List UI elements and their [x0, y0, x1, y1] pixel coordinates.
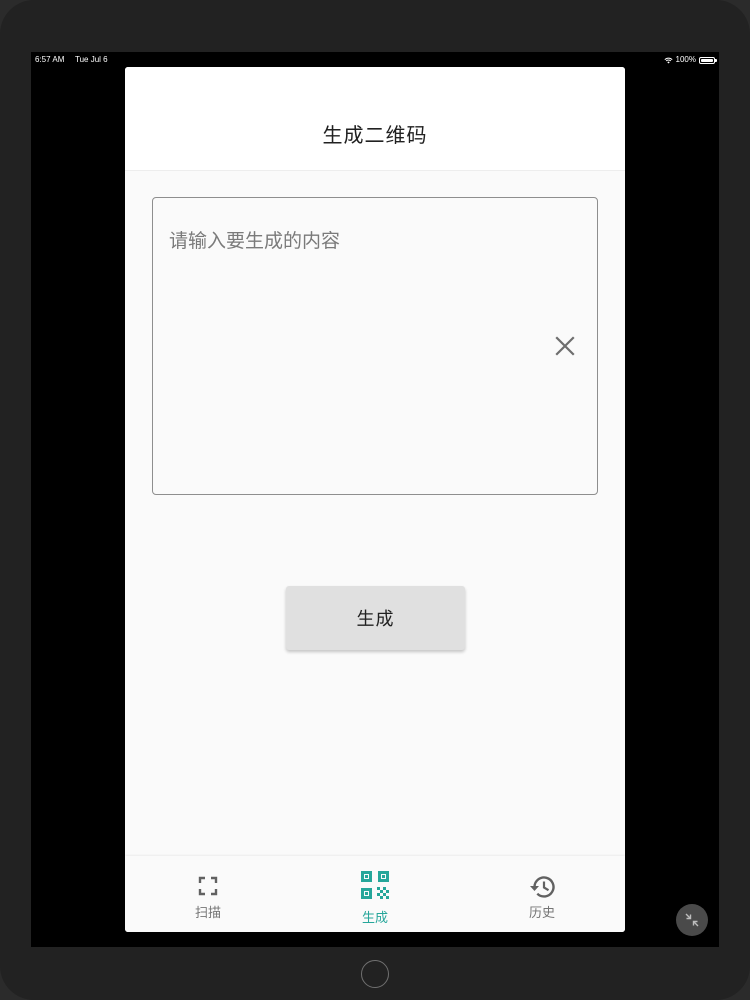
generate-button[interactable]: 生成 — [286, 586, 465, 650]
status-date: Tue Jul 6 — [75, 55, 108, 64]
nav-label-generate: 生成 — [361, 911, 388, 926]
close-icon — [555, 336, 575, 356]
content-input[interactable] — [169, 226, 529, 256]
wifi-icon — [663, 57, 673, 63]
collapse-arrows-icon — [685, 913, 699, 927]
nav-label-history: 历史 — [528, 906, 555, 921]
bottom-navigation: 扫描 生成 历史 — [125, 856, 625, 932]
battery-fill — [701, 58, 713, 62]
screen: 6:57 AM Tue Jul 6 100% 生成二维码 请输入要生成的内容 生… — [31, 52, 719, 947]
history-icon — [530, 876, 555, 898]
app-bar: 生成二维码 — [125, 67, 625, 171]
status-time: 6:57 AM — [35, 55, 65, 64]
nav-item-generate[interactable]: 生成 — [292, 856, 458, 932]
battery-percent: 100% — [675, 55, 696, 64]
clear-button[interactable] — [551, 332, 579, 360]
nav-item-history[interactable]: 历史 — [459, 856, 625, 932]
minimize-button[interactable] — [676, 904, 708, 936]
scan-frame-icon — [198, 876, 218, 896]
home-button[interactable] — [361, 960, 389, 988]
qr-code-icon — [361, 871, 389, 899]
tablet-frame: 6:57 AM Tue Jul 6 100% 生成二维码 请输入要生成的内容 生… — [0, 0, 750, 1000]
nav-label-scan: 扫描 — [194, 906, 221, 921]
page-title: 生成二维码 — [322, 123, 428, 147]
content-text-area[interactable] — [152, 197, 598, 495]
app-modal: 生成二维码 生成 扫描 — [125, 67, 625, 932]
status-indicators: 100% — [663, 52, 717, 68]
battery-icon — [699, 56, 717, 64]
nav-item-scan[interactable]: 扫描 — [125, 856, 291, 932]
battery-tip — [715, 59, 717, 62]
status-bar: 6:57 AM Tue Jul 6 100% — [31, 52, 719, 68]
